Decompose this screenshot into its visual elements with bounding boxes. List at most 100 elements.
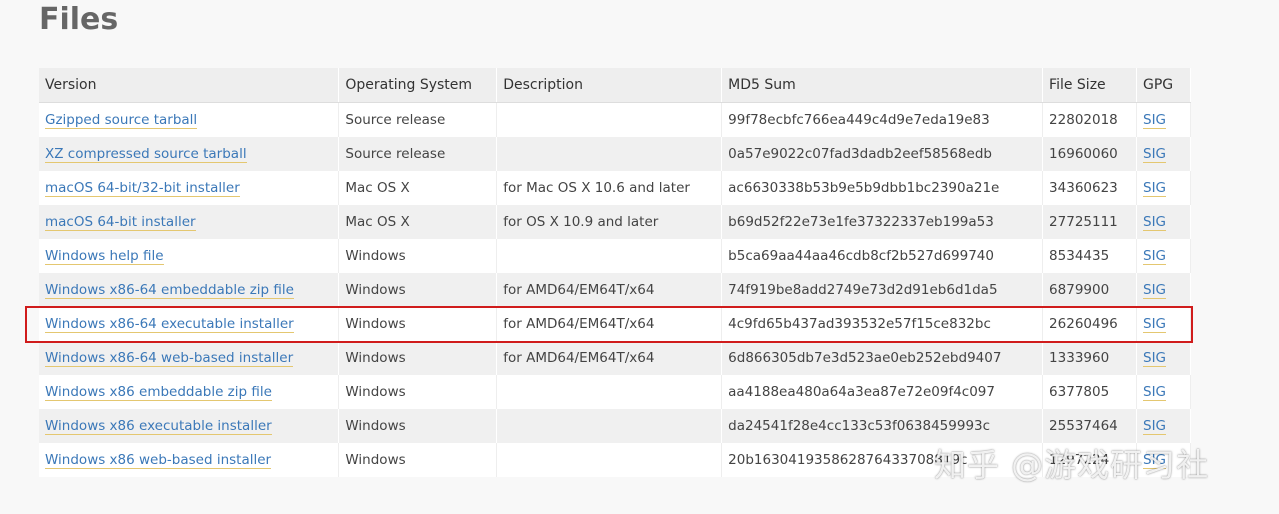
md5-cell: aa4188ea480a64a3ea87e72e09f4c097 (721, 375, 1044, 409)
description-cell (496, 375, 723, 409)
version-cell: Windows x86-64 web-based installer (39, 341, 340, 375)
gpg-sig-link[interactable]: SIG (1143, 180, 1167, 197)
description-cell: for Mac OS X 10.6 and later (496, 171, 723, 205)
version-link[interactable]: Windows x86 executable installer (45, 418, 272, 435)
file-size-cell: 6879900 (1042, 273, 1137, 307)
version-cell: XZ compressed source tarball (39, 137, 340, 171)
table-row: Windows x86 web-based installer Windows … (39, 443, 1191, 477)
version-cell: macOS 64-bit installer (39, 205, 340, 239)
md5-cell: 0a57e9022c07fad3dadb2eef58568edb (721, 137, 1044, 171)
files-page: Files Version Operating System Descripti… (0, 0, 1279, 514)
version-link[interactable]: XZ compressed source tarball (45, 146, 247, 163)
gpg-sig-link[interactable]: SIG (1143, 112, 1167, 129)
table-row: Windows x86 embeddable zip file Windows … (39, 375, 1191, 409)
description-cell (496, 239, 723, 273)
gpg-sig-link[interactable]: SIG (1143, 418, 1167, 435)
version-cell: Windows x86-64 embeddable zip file (39, 273, 340, 307)
file-size-cell: 1333960 (1042, 341, 1137, 375)
os-cell: Windows (338, 341, 498, 375)
table-row: Windows x86-64 embeddable zip file Windo… (39, 273, 1191, 307)
column-header-md5-sum: MD5 Sum (721, 68, 1044, 103)
file-size-cell: 27725111 (1042, 205, 1137, 239)
version-link[interactable]: Windows x86 embeddable zip file (45, 384, 272, 401)
table-header-row: Version Operating System Description MD5… (39, 68, 1191, 103)
md5-cell: b69d52f22e73e1fe37322337eb199a53 (721, 205, 1044, 239)
gpg-sig-link[interactable]: SIG (1143, 316, 1167, 333)
version-link[interactable]: Windows x86-64 embeddable zip file (45, 282, 294, 299)
column-header-version: Version (39, 68, 340, 103)
md5-cell: b5ca69aa44aa46cdb8cf2b527d699740 (721, 239, 1044, 273)
os-cell: Windows (338, 443, 498, 477)
os-cell: Mac OS X (338, 205, 498, 239)
file-size-cell: 22802018 (1042, 102, 1137, 137)
version-cell: macOS 64-bit/32-bit installer (39, 171, 340, 205)
gpg-sig-link[interactable]: SIG (1143, 452, 1167, 469)
gpg-cell: SIG (1136, 307, 1191, 341)
os-cell: Windows (338, 409, 498, 443)
gpg-sig-link[interactable]: SIG (1143, 350, 1167, 367)
description-cell: for OS X 10.9 and later (496, 205, 723, 239)
version-link[interactable]: Windows x86-64 web-based installer (45, 350, 294, 367)
version-link[interactable]: macOS 64-bit/32-bit installer (45, 180, 240, 197)
os-cell: Windows (338, 307, 498, 341)
file-size-cell: 25537464 (1042, 409, 1137, 443)
gpg-sig-link[interactable]: SIG (1143, 384, 1167, 401)
gpg-sig-link[interactable]: SIG (1143, 248, 1167, 265)
os-cell: Source release (338, 102, 498, 137)
gpg-cell: SIG (1136, 102, 1191, 137)
md5-cell: 99f78ecbfc766ea449c4d9e7eda19e83 (721, 102, 1044, 137)
gpg-cell: SIG (1136, 273, 1191, 307)
gpg-sig-link[interactable]: SIG (1143, 214, 1167, 231)
table-row-highlighted: Windows x86-64 executable installer Wind… (39, 307, 1191, 341)
gpg-cell: SIG (1136, 137, 1191, 171)
gpg-cell: SIG (1136, 205, 1191, 239)
file-size-cell: 16960060 (1042, 137, 1137, 171)
file-size-cell: 34360623 (1042, 171, 1137, 205)
description-cell (496, 137, 723, 171)
column-header-description: Description (496, 68, 723, 103)
table-row: Gzipped source tarball Source release 99… (39, 102, 1191, 137)
md5-cell: 4c9fd65b437ad393532e57f15ce832bc (721, 307, 1044, 341)
md5-cell: 20b163041935862876433708819c (721, 443, 1044, 477)
version-cell: Windows x86 web-based installer (39, 443, 340, 477)
gpg-cell: SIG (1136, 409, 1191, 443)
version-cell: Windows x86 executable installer (39, 409, 340, 443)
gpg-cell: SIG (1136, 171, 1191, 205)
version-link[interactable]: macOS 64-bit installer (45, 214, 196, 231)
gpg-sig-link[interactable]: SIG (1143, 146, 1167, 163)
version-link[interactable]: Windows help file (45, 248, 164, 265)
section-title: Files (39, 2, 119, 37)
version-cell: Windows x86 embeddable zip file (39, 375, 340, 409)
table-row: Windows help file Windows b5ca69aa44aa46… (39, 239, 1191, 273)
version-cell: Windows help file (39, 239, 340, 273)
column-header-operating-system: Operating System (338, 68, 498, 103)
md5-cell: 6d866305db7e3d523ae0eb252ebd9407 (721, 341, 1044, 375)
md5-cell: da24541f28e4cc133c53f0638459993c (721, 409, 1044, 443)
version-cell: Windows x86-64 executable installer (39, 307, 340, 341)
description-cell: for AMD64/EM64T/x64 (496, 341, 723, 375)
version-link[interactable]: Gzipped source tarball (45, 112, 198, 129)
os-cell: Windows (338, 273, 498, 307)
file-size-cell: 8534435 (1042, 239, 1137, 273)
gpg-cell: SIG (1136, 443, 1191, 477)
file-size-cell: 1297224 (1042, 443, 1137, 477)
version-link[interactable]: Windows x86 web-based installer (45, 452, 272, 469)
description-cell: for AMD64/EM64T/x64 (496, 307, 723, 341)
description-cell (496, 443, 723, 477)
description-cell (496, 102, 723, 137)
table-row: macOS 64-bit installer Mac OS X for OS X… (39, 205, 1191, 239)
column-header-file-size: File Size (1042, 68, 1137, 103)
os-cell: Mac OS X (338, 171, 498, 205)
column-header-gpg: GPG (1136, 68, 1191, 103)
description-cell: for AMD64/EM64T/x64 (496, 273, 723, 307)
file-size-cell: 26260496 (1042, 307, 1137, 341)
files-table: Version Operating System Description MD5… (39, 68, 1191, 477)
description-cell (496, 409, 723, 443)
md5-cell: ac6630338b53b9e5b9dbb1bc2390a21e (721, 171, 1044, 205)
table-row: Windows x86-64 web-based installer Windo… (39, 341, 1191, 375)
version-link[interactable]: Windows x86-64 executable installer (45, 316, 294, 333)
gpg-sig-link[interactable]: SIG (1143, 282, 1167, 299)
os-cell: Source release (338, 137, 498, 171)
gpg-cell: SIG (1136, 375, 1191, 409)
os-cell: Windows (338, 239, 498, 273)
